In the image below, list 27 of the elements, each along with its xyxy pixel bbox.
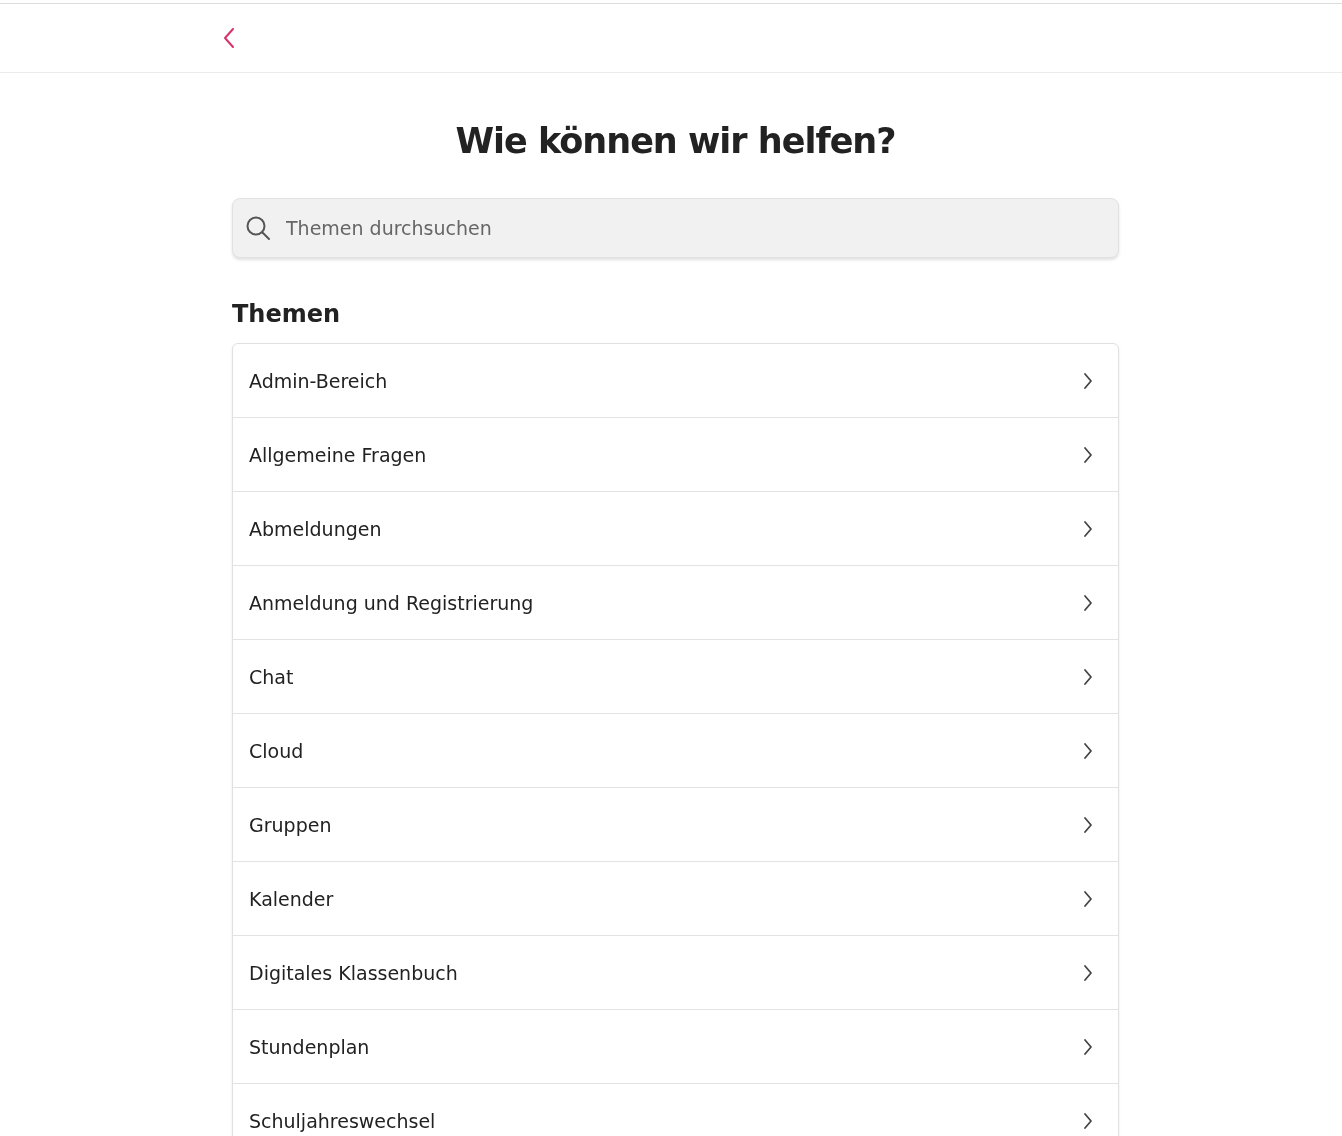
chevron-right-icon: [1082, 888, 1094, 909]
topic-item[interactable]: Chat: [233, 640, 1118, 714]
chevron-left-icon: [222, 27, 236, 49]
page-title: Wie können wir helfen?: [454, 120, 897, 163]
chevron-right-icon: [1082, 592, 1094, 613]
chevron-right-icon: [1082, 370, 1094, 391]
chevron-right-icon: [1082, 666, 1094, 687]
topic-item[interactable]: Schuljahreswechsel: [233, 1084, 1118, 1136]
search-field[interactable]: Themen durchsuchen: [232, 198, 1119, 258]
section-title: Themen: [232, 299, 342, 330]
topic-item[interactable]: Cloud: [233, 714, 1118, 788]
chevron-right-icon: [1082, 814, 1094, 835]
chevron-right-icon: [1082, 962, 1094, 983]
topic-item[interactable]: Anmeldung und Registrierung: [233, 566, 1118, 640]
topic-item[interactable]: Admin-Bereich: [233, 344, 1118, 418]
topic-item[interactable]: Gruppen: [233, 788, 1118, 862]
topic-item[interactable]: Digitales Klassenbuch: [233, 936, 1118, 1010]
chevron-right-icon: [1082, 1036, 1094, 1057]
topic-item[interactable]: Kalender: [233, 862, 1118, 936]
chevron-right-icon: [1082, 518, 1094, 539]
topic-item[interactable]: Abmeldungen: [233, 492, 1118, 566]
topic-item[interactable]: Stundenplan: [233, 1010, 1118, 1084]
chevron-right-icon: [1082, 740, 1094, 761]
chevron-right-icon: [1082, 444, 1094, 465]
search-icon: [245, 215, 271, 241]
topic-item[interactable]: Allgemeine Fragen: [233, 418, 1118, 492]
chevron-right-icon: [1082, 1110, 1094, 1131]
